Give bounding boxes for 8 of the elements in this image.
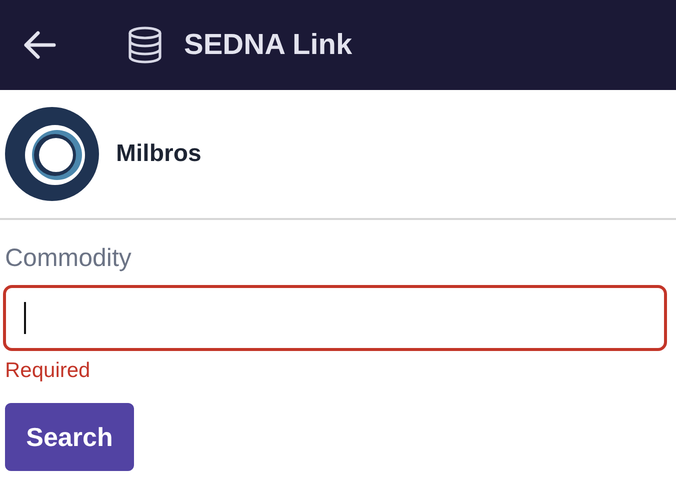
company-name: Milbros [116, 140, 202, 168]
search-button[interactable]: Search [5, 403, 134, 471]
commodity-field[interactable] [3, 285, 667, 351]
app-title: SEDNA Link [184, 28, 352, 62]
error-message: Required [5, 359, 90, 383]
database-icon [126, 26, 164, 64]
field-label: Commodity [5, 244, 132, 273]
back-icon[interactable] [22, 30, 56, 60]
